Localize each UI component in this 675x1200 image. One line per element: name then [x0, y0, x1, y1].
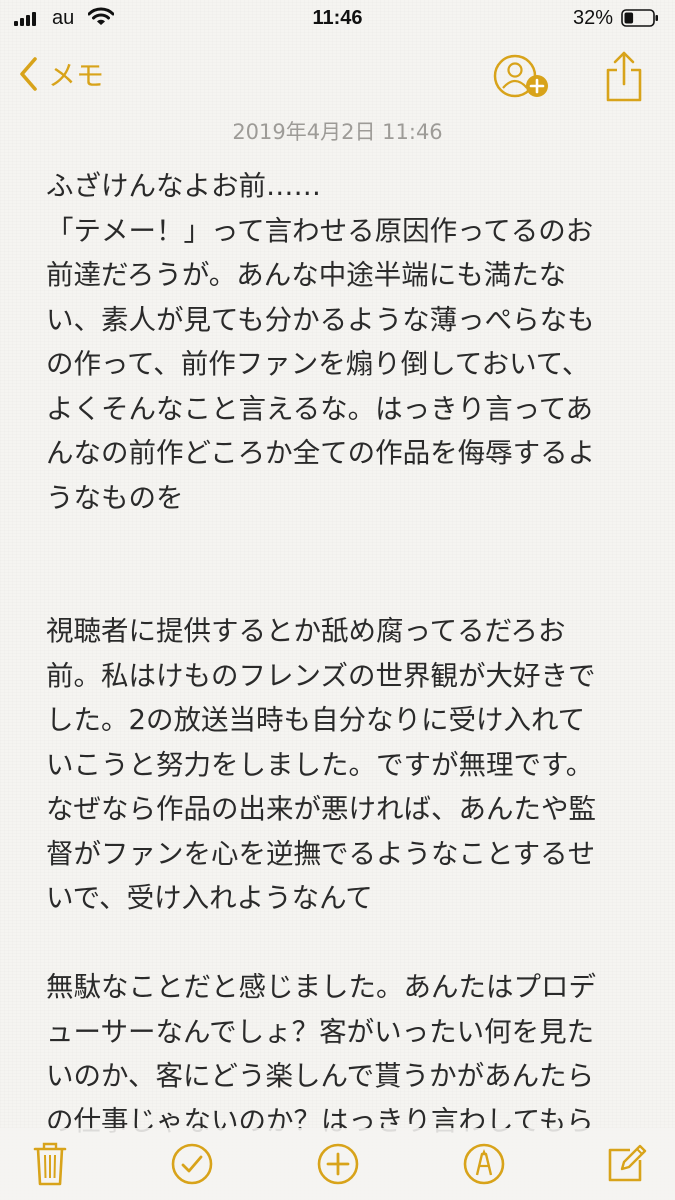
back-button-label: メモ: [48, 59, 105, 92]
add-icon: [317, 1143, 359, 1185]
note-line: い、素人が見ても分かるような薄っぺらなも: [46, 303, 595, 336]
note-line: いで、受け入れようなんて: [46, 882, 373, 914]
note-line: ふざけんなよお前……: [46, 170, 321, 202]
status-bar: au 11:46 32%: [0, 0, 675, 38]
note-line: ューサーなんでしょ？客がいったい何を見た: [46, 1015, 595, 1048]
note-line: いこうと努力をしました。ですが無理です。: [46, 748, 594, 781]
battery-percent: 32%: [572, 7, 613, 29]
trash-icon: [33, 1142, 67, 1186]
navigation-bar: メモ: [0, 40, 675, 112]
note-line: の作って、前作ファンを煽り倒しておいて、: [46, 348, 590, 380]
battery-icon: [621, 9, 659, 27]
bottom-toolbar: [0, 1128, 675, 1200]
note-line: した。2の放送当時も自分なりに受け入れて: [46, 704, 586, 736]
note-line: [46, 921, 646, 966]
note-line: 前。私はけものフレンズの世界観が大好きで: [46, 659, 596, 692]
note-line: [46, 565, 646, 610]
add-person-icon: [493, 54, 548, 98]
compose-icon: [608, 1144, 647, 1182]
back-button[interactable]: メモ: [18, 54, 104, 94]
note-line: いのか、客にどう楽しんで貰うかがあんたら: [46, 1060, 595, 1092]
note-line: 無駄なことだと感じました。あんたはプロデ: [46, 971, 596, 1003]
sketch-icon: [463, 1143, 505, 1185]
share-icon: [606, 51, 642, 102]
compose-button[interactable]: [600, 1136, 652, 1192]
note-line: なぜなら作品の出来が悪ければ、あんたや監: [46, 793, 596, 825]
sketch-button[interactable]: [458, 1136, 510, 1192]
share-button[interactable]: [604, 50, 644, 102]
checklist-button[interactable]: [166, 1136, 218, 1192]
add-person-button[interactable]: [493, 54, 555, 102]
note-line: 前達だろうが。あんな中途半端にも満たな: [46, 259, 567, 291]
note-line: 視聴者に提供するとか舐め腐ってるだろお: [46, 615, 566, 647]
add-attachment-button[interactable]: [312, 1136, 364, 1192]
note-line: [46, 520, 646, 565]
note-line: うなものを: [46, 481, 184, 514]
note-body[interactable]: ふざけんなよお前…… 「テメー！」って言わせる原因作ってるのお 前達だろうが。あんな…: [46, 164, 646, 1143]
chevron-left-icon: [20, 57, 37, 91]
checklist-icon: [171, 1143, 213, 1185]
note-line: んなの前作どころか全ての作品を侮辱するよ: [46, 437, 596, 469]
note-line: よくそんなこと言えるな。はっきり言ってあ: [46, 392, 593, 425]
delete-button[interactable]: [24, 1136, 76, 1192]
note-date: 2019年4月2日 11:46: [232, 120, 443, 144]
note-line: 「テメー！」って言わせる原因作ってるのお: [46, 214, 594, 247]
note-line: 督がファンを心を逆撫でるようなことするせ: [46, 837, 596, 870]
